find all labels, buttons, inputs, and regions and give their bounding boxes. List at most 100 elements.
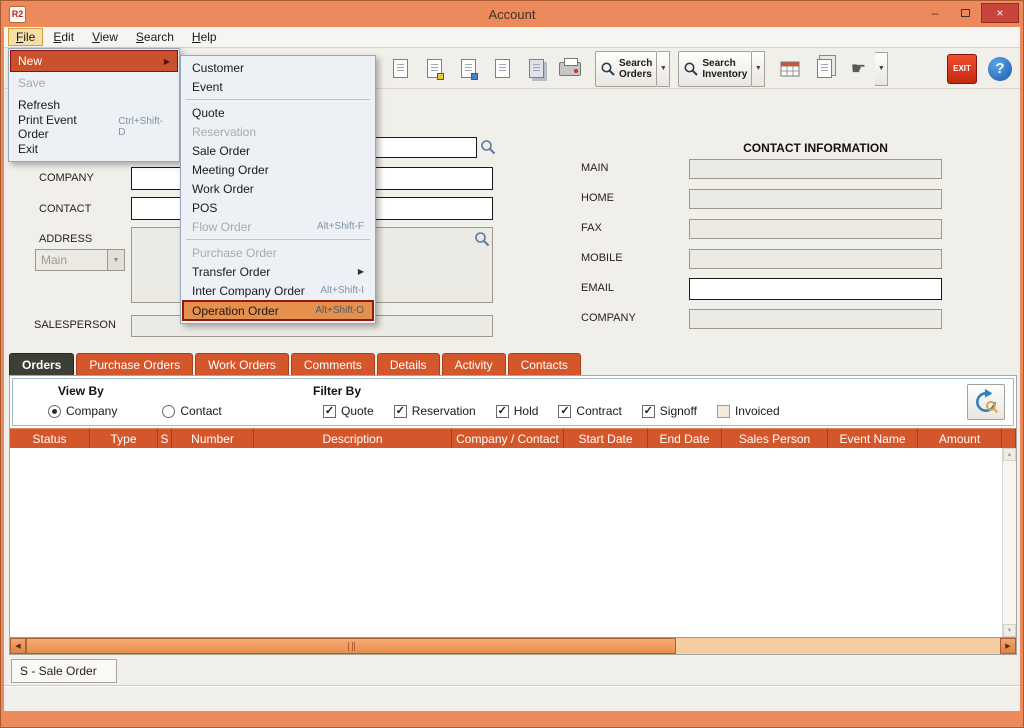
email-label: EMAIL [581, 282, 614, 294]
menu-help[interactable]: Help [184, 28, 225, 46]
file-menu-item-save[interactable]: Save [10, 72, 178, 94]
submenu-item-reservation[interactable]: Reservation [182, 122, 374, 141]
checkbox-checked-icon[interactable]: ✓ [496, 405, 509, 418]
email-field[interactable] [689, 278, 942, 300]
tab-purchase-orders[interactable]: Purchase Orders [76, 353, 193, 375]
pointer-dropdown-button[interactable]: ▼ [875, 52, 888, 86]
submenu-item-event[interactable]: Event [182, 77, 374, 96]
filter-signoff-option[interactable]: ✓ Signoff [642, 404, 697, 418]
search-inventory-dropdown-button[interactable]: ▼ [752, 51, 765, 87]
note-document-icon-button[interactable] [451, 52, 485, 86]
scroll-right-button[interactable]: ▶ [1000, 638, 1016, 654]
menu-view[interactable]: View [84, 28, 126, 46]
document-icon-button[interactable] [485, 52, 519, 86]
file-menu-item-print-event-order[interactable]: Print Event Order Ctrl+Shift-D [10, 116, 178, 138]
checkbox-unchecked-icon[interactable] [717, 405, 730, 418]
exit-label: EXIT [953, 64, 971, 73]
exit-button[interactable]: EXIT [947, 54, 977, 84]
view-by-company-option[interactable]: Company [48, 404, 117, 418]
submenu-item-transfer-order[interactable]: Transfer Order ▶ [182, 262, 374, 281]
submenu-flow-order-shortcut: Alt+Shift-F [317, 221, 364, 232]
minimize-button[interactable]: – [921, 3, 949, 23]
column-header-status[interactable]: Status [10, 428, 90, 448]
scroll-left-button[interactable]: ◀ [10, 638, 26, 654]
radio-icon[interactable] [162, 405, 175, 418]
scrollbar-track[interactable] [676, 638, 1000, 654]
file-menu-item-new[interactable]: New ▶ [10, 50, 178, 72]
document-icon-button[interactable] [383, 52, 417, 86]
close-button[interactable]: × [981, 3, 1019, 23]
submenu-inter-company-order-label: Inter Company Order [192, 284, 305, 298]
scroll-down-button[interactable]: ▼ [1003, 624, 1016, 637]
submenu-item-sale-order[interactable]: Sale Order [182, 141, 374, 160]
checkbox-checked-icon[interactable]: ✓ [394, 405, 407, 418]
titlebar[interactable]: R2 Account – × [1, 1, 1023, 27]
submenu-item-meeting-order[interactable]: Meeting Order [182, 160, 374, 179]
column-header-description[interactable]: Description [254, 428, 452, 448]
grid-view-icon-button[interactable] [773, 52, 807, 86]
column-header-number[interactable]: Number [172, 428, 254, 448]
tab-orders[interactable]: Orders [9, 353, 74, 375]
menubar: File Edit View Search Help [4, 27, 1020, 48]
horizontal-scrollbar[interactable]: ◀ ▶ [10, 637, 1016, 654]
column-header-start-date[interactable]: Start Date [564, 428, 648, 448]
menu-separator [186, 239, 370, 240]
submenu-item-purchase-order[interactable]: Purchase Order [182, 243, 374, 262]
column-header-sales-person[interactable]: Sales Person [722, 428, 828, 448]
view-by-contact-option[interactable]: Contact [162, 404, 221, 418]
checkbox-checked-icon[interactable]: ✓ [323, 405, 336, 418]
help-button[interactable]: ? [985, 54, 1015, 84]
column-header-event-name[interactable]: Event Name [828, 428, 918, 448]
column-header-type[interactable]: Type [90, 428, 158, 448]
address-type-select[interactable]: Main ▼ [35, 249, 125, 271]
tab-contacts[interactable]: Contacts [508, 353, 581, 375]
search-icon[interactable] [474, 231, 490, 247]
file-menu-print-shortcut: Ctrl+Shift-D [118, 116, 170, 138]
filter-hold-option[interactable]: ✓ Hold [496, 404, 539, 418]
submenu-inter-company-order-shortcut: Alt+Shift-I [320, 285, 364, 296]
filter-invoiced-option[interactable]: Invoiced [717, 404, 780, 418]
submenu-item-operation-order[interactable]: Operation Order Alt+Shift-O [182, 300, 374, 321]
tab-details[interactable]: Details [377, 353, 440, 375]
tab-work-orders[interactable]: Work Orders [195, 353, 289, 375]
submenu-item-flow-order[interactable]: Flow Order Alt+Shift-F [182, 217, 374, 236]
copy-pages-icon-button[interactable] [807, 52, 841, 86]
document-stack-icon-button[interactable] [519, 52, 553, 86]
scrollbar-thumb[interactable] [26, 638, 676, 654]
filter-quote-label: Quote [341, 404, 374, 418]
menu-search[interactable]: Search [128, 28, 182, 46]
file-menu-item-exit[interactable]: Exit [10, 138, 178, 160]
menu-edit[interactable]: Edit [45, 28, 82, 46]
fax-printer-icon-button[interactable] [553, 52, 587, 86]
tab-activity[interactable]: Activity [442, 353, 506, 375]
filter-contract-option[interactable]: ✓ Contract [558, 404, 621, 418]
column-header-end-date[interactable]: End Date [648, 428, 722, 448]
submenu-item-work-order[interactable]: Work Order [182, 179, 374, 198]
checkbox-checked-icon[interactable]: ✓ [642, 405, 655, 418]
search-orders-button[interactable]: SearchOrders [595, 51, 657, 87]
column-header-amount[interactable]: Amount [918, 428, 1002, 448]
search-icon[interactable] [480, 139, 496, 155]
submenu-item-customer[interactable]: Customer [182, 58, 374, 77]
pointer-icon-button[interactable]: ☛ [841, 52, 875, 86]
filter-reservation-option[interactable]: ✓ Reservation [394, 404, 476, 418]
column-header-company-contact[interactable]: Company / Contact [452, 428, 564, 448]
submenu-item-inter-company-order[interactable]: Inter Company Order Alt+Shift-I [182, 281, 374, 300]
tab-comments[interactable]: Comments [291, 353, 375, 375]
filter-quote-option[interactable]: ✓ Quote [323, 404, 374, 418]
statusbar [4, 685, 1020, 711]
refresh-search-button[interactable] [967, 384, 1005, 420]
edit-document-icon-button[interactable] [417, 52, 451, 86]
search-inventory-button[interactable]: SearchInventory [678, 51, 752, 87]
vertical-scrollbar[interactable]: ▲ ▼ [1002, 448, 1016, 637]
checkbox-checked-icon[interactable]: ✓ [558, 405, 571, 418]
orders-table-body[interactable]: ▲ ▼ [10, 448, 1016, 637]
scroll-up-button[interactable]: ▲ [1003, 448, 1016, 461]
search-orders-dropdown-button[interactable]: ▼ [657, 51, 670, 87]
maximize-button[interactable] [951, 3, 979, 23]
submenu-item-pos[interactable]: POS [182, 198, 374, 217]
radio-selected-icon[interactable] [48, 405, 61, 418]
menu-file[interactable]: File [8, 28, 43, 46]
submenu-item-quote[interactable]: Quote [182, 103, 374, 122]
column-header-s[interactable]: S [158, 428, 172, 448]
